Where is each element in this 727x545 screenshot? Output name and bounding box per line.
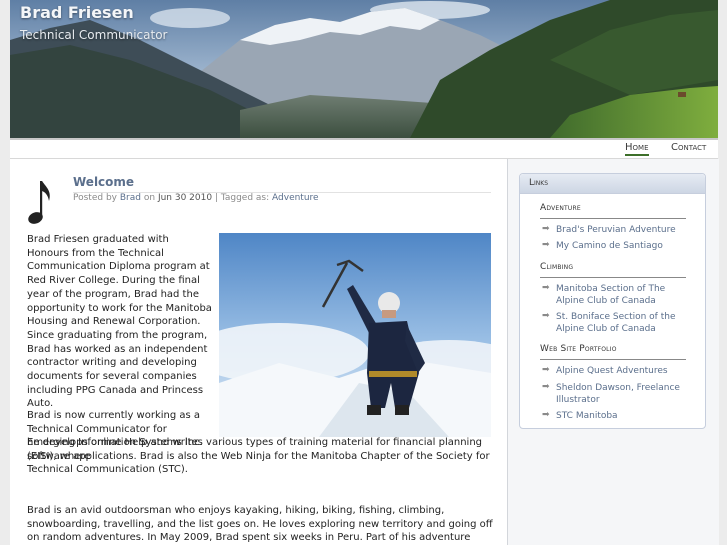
section-heading-climbing: Climbing <box>540 262 574 272</box>
main-content: Welcome Posted by Brad on Jun 30 2010 | … <box>10 159 507 545</box>
climber-summit-photo <box>219 233 491 437</box>
post-paragraph-2-end: he develops online Help and writes vario… <box>27 437 490 476</box>
section-divider <box>540 218 686 219</box>
section-divider <box>540 277 686 278</box>
links-widget: Links Adventure ➡ Brad's Peruvian Advent… <box>519 173 706 429</box>
meta-tagged: | Tagged as: <box>214 193 270 203</box>
arrow-right-icon: ➡ <box>542 240 550 250</box>
meta-posted-by: Posted by <box>73 193 117 203</box>
site-tagline: Technical Communicator <box>20 28 168 42</box>
links-widget-title: Links <box>529 178 549 188</box>
top-navigation: Home Contact <box>10 140 718 159</box>
arrow-right-icon: ➡ <box>542 410 550 420</box>
post-title[interactable]: Welcome <box>73 175 134 189</box>
section-divider <box>540 359 686 360</box>
post-meta: Posted by Brad on Jun 30 2010 | Tagged a… <box>73 193 319 203</box>
arrow-right-icon: ➡ <box>542 365 550 375</box>
arrow-right-icon: ➡ <box>542 224 550 234</box>
links-widget-header: Links <box>520 174 705 194</box>
arrow-right-icon: ➡ <box>542 311 550 321</box>
nav-home-link[interactable]: Home <box>625 142 649 156</box>
meta-date: Jun 30 2010 <box>157 193 213 203</box>
nav-contact-link[interactable]: Contact <box>671 142 706 153</box>
post-paragraph-3: Brad is an avid outdoorsman who enjoys k… <box>27 505 493 544</box>
header-banner: Brad Friesen Technical Communicator <box>10 0 718 140</box>
music-note-icon <box>28 181 50 224</box>
meta-on: on <box>143 193 156 203</box>
arrow-right-icon: ➡ <box>542 382 550 392</box>
meta-author-link[interactable]: Brad <box>120 193 141 203</box>
meta-tag-link[interactable]: Adventure <box>272 193 319 203</box>
post-paragraph-1: Brad Friesen graduated with Honours from… <box>27 234 212 410</box>
site-title[interactable]: Brad Friesen <box>20 3 134 22</box>
section-heading-portfolio: Web Site Portfolio <box>540 344 617 354</box>
section-heading-adventure: Adventure <box>540 203 581 213</box>
arrow-right-icon: ➡ <box>542 283 550 293</box>
